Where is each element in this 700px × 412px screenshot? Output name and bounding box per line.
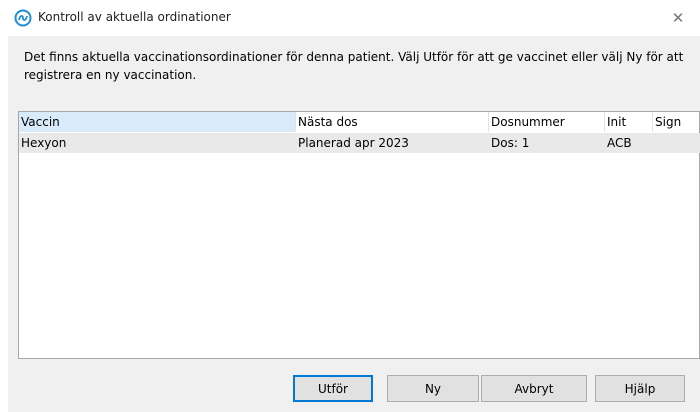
orders-table: Vaccin Nästa dos Dosnummer Init Sign Hex… — [18, 111, 700, 359]
table-row[interactable]: Hexyon Planerad apr 2023 Dos: 1 ACB — [19, 133, 700, 153]
column-header-vaccine[interactable]: Vaccin — [19, 112, 296, 132]
cell-next-dose: Planerad apr 2023 — [298, 136, 409, 150]
cell-init: ACB — [607, 136, 632, 150]
title-bar: Kontroll av aktuella ordinationer ✕ — [0, 0, 700, 35]
cell-dose-number: Dos: 1 — [491, 136, 530, 150]
window-title: Kontroll av aktuella ordinationer — [38, 10, 231, 24]
cell-sign — [653, 133, 700, 153]
column-header-sign[interactable]: Sign — [653, 112, 700, 132]
app-logo-icon — [14, 9, 32, 27]
column-header-init[interactable]: Init — [605, 112, 653, 132]
close-icon: ✕ — [671, 8, 685, 27]
cancel-button[interactable]: Avbryt — [481, 375, 587, 402]
info-message: Det finns aktuella vaccinationsordinatio… — [24, 50, 684, 82]
column-header-next-dose[interactable]: Nästa dos — [296, 112, 489, 132]
execute-button[interactable]: Utför — [293, 375, 373, 402]
close-button[interactable]: ✕ — [656, 0, 700, 35]
help-button[interactable]: Hjälp — [595, 375, 685, 402]
new-button[interactable]: Ny — [387, 375, 479, 402]
cell-vaccine: Hexyon — [21, 136, 67, 150]
column-header-dose-number[interactable]: Dosnummer — [489, 112, 605, 132]
dialog-body: Det finns aktuella vaccinationsordinatio… — [8, 36, 700, 412]
table-header: Vaccin Nästa dos Dosnummer Init Sign — [19, 112, 700, 132]
